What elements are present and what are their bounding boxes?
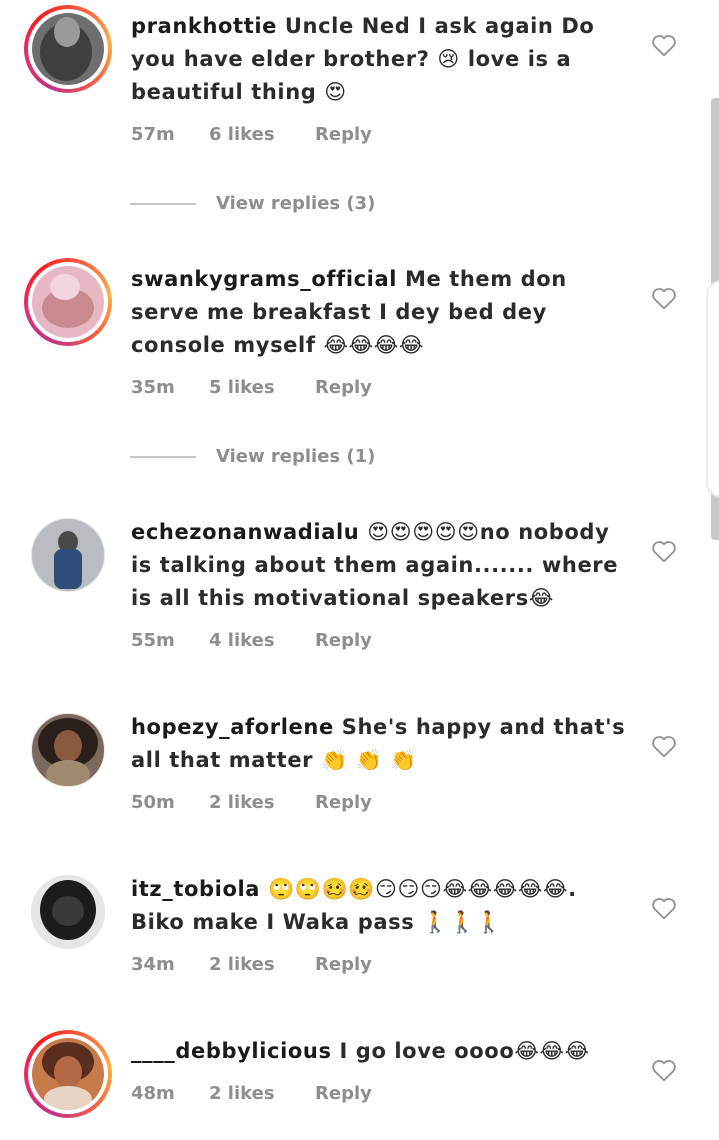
comment-meta: 35m 5 likes Reply [131, 377, 372, 398]
view-replies-button[interactable]: View replies (3) [130, 193, 375, 214]
replies-divider [130, 202, 196, 205]
replies-divider [130, 455, 196, 458]
reply-button[interactable]: Reply [315, 377, 372, 398]
comment-username[interactable]: swankygrams_official [131, 267, 397, 291]
reply-button[interactable]: Reply [315, 792, 372, 813]
view-replies-label: View replies (3) [216, 193, 376, 214]
heart-outline-icon[interactable] [651, 286, 677, 310]
avatar [32, 266, 104, 338]
comment-likes[interactable]: 2 likes [209, 954, 315, 975]
comment-username[interactable]: hopezy_aforlene [131, 715, 334, 739]
comment-meta: 57m 6 likes Reply [131, 124, 372, 145]
avatar-story-ring[interactable] [24, 258, 112, 346]
reply-button[interactable]: Reply [315, 630, 372, 651]
comment-body: I go love oooo😂😂😂 [339, 1039, 590, 1063]
comment-likes[interactable]: 2 likes [209, 792, 315, 813]
comment-text: itz_tobiola 🙄🙄🥴🥴😏😏😏😂😂😂😂😂. Biko make I Wa… [131, 873, 626, 939]
comment-likes[interactable]: 4 likes [209, 630, 315, 651]
comment-meta: 34m 2 likes Reply [131, 954, 372, 975]
comment-text: prankhottie Uncle Ned I ask again Do you… [131, 10, 626, 109]
view-replies-button[interactable]: View replies (1) [130, 446, 375, 467]
avatar-wrap[interactable] [24, 706, 112, 794]
avatar-wrap[interactable] [24, 868, 112, 956]
comment-time: 55m [131, 630, 175, 651]
comment-time: 50m [131, 792, 175, 813]
heart-outline-icon[interactable] [651, 734, 677, 758]
comment-username[interactable]: ____debbylicious [131, 1039, 332, 1063]
avatar [32, 13, 104, 85]
avatar [32, 1038, 104, 1110]
comment-username[interactable]: itz_tobiola [131, 877, 260, 901]
comment-meta: 48m 2 likes Reply [131, 1083, 372, 1104]
avatar [31, 518, 105, 592]
reply-button[interactable]: Reply [315, 1083, 372, 1104]
edge-panel-handle[interactable] [706, 280, 719, 498]
comment-text: ____debbylicious I go love oooo😂😂😂 [131, 1035, 626, 1068]
comment-time: 34m [131, 954, 175, 975]
heart-outline-icon[interactable] [651, 896, 677, 920]
comment-username[interactable]: prankhottie [131, 14, 277, 38]
view-replies-label: View replies (1) [216, 446, 376, 467]
comment-time: 57m [131, 124, 175, 145]
heart-outline-icon[interactable] [651, 33, 677, 57]
heart-outline-icon[interactable] [651, 1058, 677, 1082]
avatar [31, 713, 105, 787]
comment-text: swankygrams_official Me them don serve m… [131, 263, 626, 362]
comment-likes[interactable]: 2 likes [209, 1083, 315, 1104]
avatar-story-ring[interactable] [24, 5, 112, 93]
comment-username[interactable]: echezonanwadialu [131, 520, 359, 544]
comment-time: 35m [131, 377, 175, 398]
comment-meta: 55m 4 likes Reply [131, 630, 372, 651]
comment-meta: 50m 2 likes Reply [131, 792, 372, 813]
comment-time: 48m [131, 1083, 175, 1104]
avatar [31, 875, 105, 949]
avatar-wrap[interactable] [24, 511, 112, 599]
avatar-story-ring[interactable] [24, 1030, 112, 1118]
comment-likes[interactable]: 5 likes [209, 377, 315, 398]
heart-outline-icon[interactable] [651, 539, 677, 563]
comment-text: hopezy_aforlene She's happy and that's a… [131, 711, 626, 777]
reply-button[interactable]: Reply [315, 954, 372, 975]
reply-button[interactable]: Reply [315, 124, 372, 145]
comment-text: echezonanwadialu 😍😍😍😍😍no nobody is talki… [131, 516, 626, 615]
comment-likes[interactable]: 6 likes [209, 124, 315, 145]
